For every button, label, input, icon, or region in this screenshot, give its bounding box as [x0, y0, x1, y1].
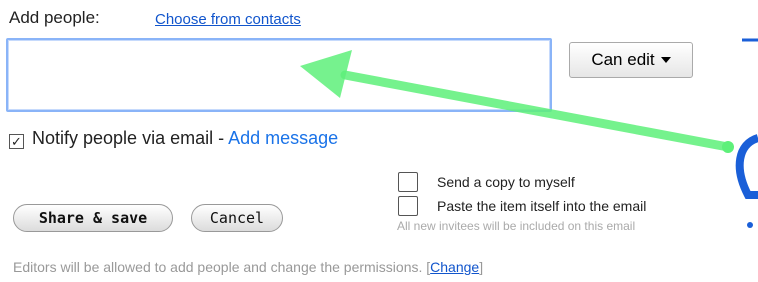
editors-note-bracket: ] — [479, 259, 484, 275]
notify-label: Notify people via email - Add message — [32, 128, 338, 149]
send-copy-label: Send a copy to myself — [437, 174, 575, 190]
add-message-link[interactable]: Add message — [228, 128, 338, 148]
chevron-down-icon — [660, 57, 671, 63]
send-copy-checkbox[interactable] — [398, 172, 418, 192]
permission-dropdown[interactable]: Can edit — [569, 42, 693, 78]
editors-note-text: Editors will be allowed to add people an… — [13, 259, 431, 275]
editors-note: Editors will be allowed to add people an… — [13, 259, 483, 275]
choose-from-contacts-link[interactable]: Choose from contacts — [155, 11, 301, 28]
share-and-save-button[interactable]: Share & save — [13, 204, 173, 232]
notify-checkbox[interactable]: ✓ — [9, 134, 24, 149]
permission-value: Can edit — [591, 50, 655, 69]
notify-label-text: Notify people via email - — [32, 128, 229, 148]
annotation-arrow-tail — [722, 141, 734, 153]
cancel-button[interactable]: Cancel — [191, 204, 283, 232]
overlay-mark-dot — [747, 222, 753, 228]
add-people-input[interactable] — [6, 38, 552, 112]
change-link[interactable]: Change — [430, 259, 479, 275]
invitees-note: All new invitees will be included on thi… — [397, 219, 636, 233]
paste-item-label: Paste the item itself into the email — [437, 198, 647, 214]
add-people-label: Add people: — [9, 8, 100, 27]
overlay-mark-curve — [735, 134, 758, 199]
paste-item-checkbox[interactable] — [398, 196, 418, 216]
